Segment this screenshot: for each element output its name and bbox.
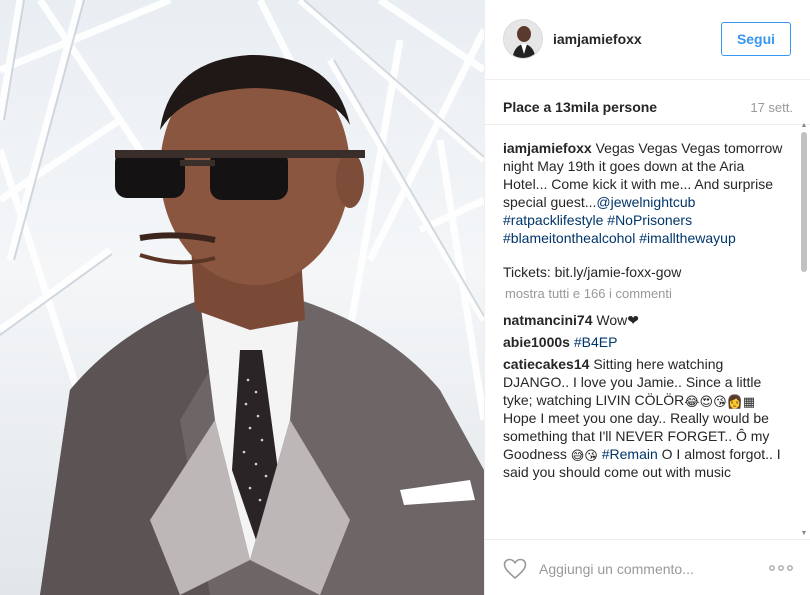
comment-item: abie1000s #B4EP <box>503 333 787 351</box>
comments-scrollbar[interactable]: ▲ ▼ <box>800 122 808 537</box>
comment-username[interactable]: catiecakes14 <box>503 356 589 372</box>
caption: iamjamiefoxx Vegas Vegas Vegas tomorrow … <box>503 139 787 281</box>
post-header: iamjamiefoxx Segui <box>485 0 810 80</box>
heart-eyes-emoji-icon: 😍 <box>699 394 714 409</box>
hashtag-link-tail[interactable]: up <box>720 230 736 246</box>
kissing-emoji-icon: 😘 <box>713 394 727 409</box>
heart-icon[interactable] <box>503 558 527 580</box>
hashtag-link[interactable]: #imalltheway <box>639 230 720 246</box>
scroll-thumb[interactable] <box>801 132 807 272</box>
sweat-smile-emoji-icon: 😅 <box>570 448 585 463</box>
kissing-emoji-icon: 😘 <box>584 448 598 463</box>
more-options-icon[interactable] <box>768 560 794 576</box>
comment-username[interactable]: natmancini74 <box>503 312 592 328</box>
comment-item: catiecakes14 Sitting here watching DJANG… <box>503 355 787 481</box>
comment-username[interactable]: abie1000s <box>503 334 570 350</box>
post-timestamp[interactable]: 17 sett. <box>750 100 793 115</box>
hashtag-link[interactable]: #NoPrisoners <box>607 212 692 228</box>
caption-username[interactable]: iamjamiefoxx <box>503 140 592 156</box>
comment-item: natmancini74 Wow❤ <box>503 311 787 329</box>
qr-code-icon: ▦ <box>742 394 756 409</box>
show-all-comments-link[interactable]: mostra tutti e 166 i commenti <box>505 285 787 303</box>
tickets-text: Tickets: bit.ly/jamie-foxx-gow <box>503 264 682 280</box>
portrait-illustration <box>0 0 484 595</box>
mention-link[interactable]: @jewelnightcub <box>596 194 695 210</box>
hashtag-link[interactable]: #blameitonthealcohol <box>503 230 635 246</box>
post-side-panel: iamjamiefoxx Segui Place a 13mila person… <box>484 0 810 595</box>
comments-list[interactable]: iamjamiefoxx Vegas Vegas Vegas tomorrow … <box>485 124 810 538</box>
avatar-image <box>504 20 542 58</box>
hashtag-link[interactable]: #ratpacklifestyle <box>503 212 603 228</box>
scroll-up-arrow-icon[interactable]: ▲ <box>800 122 808 130</box>
avatar[interactable] <box>503 19 543 59</box>
scroll-down-arrow-icon[interactable]: ▼ <box>800 530 808 538</box>
likes-count[interactable]: Place a 13mila persone <box>503 99 657 115</box>
hashtag-link[interactable]: #Remain <box>602 446 658 462</box>
post-author-username[interactable]: iamjamiefoxx <box>553 31 642 47</box>
comment-text: Wow❤ <box>596 312 639 328</box>
follow-button[interactable]: Segui <box>721 22 791 56</box>
post-photo[interactable] <box>0 0 484 595</box>
hashtag-link[interactable]: #B4EP <box>574 334 618 350</box>
post-meta: Place a 13mila persone 17 sett. <box>503 99 793 119</box>
comment-footer <box>485 539 810 595</box>
comment-input[interactable] <box>539 557 759 581</box>
woman-emoji-icon: 👩 <box>726 394 743 409</box>
laughing-crying-emoji-icon: 😂 <box>684 394 700 409</box>
